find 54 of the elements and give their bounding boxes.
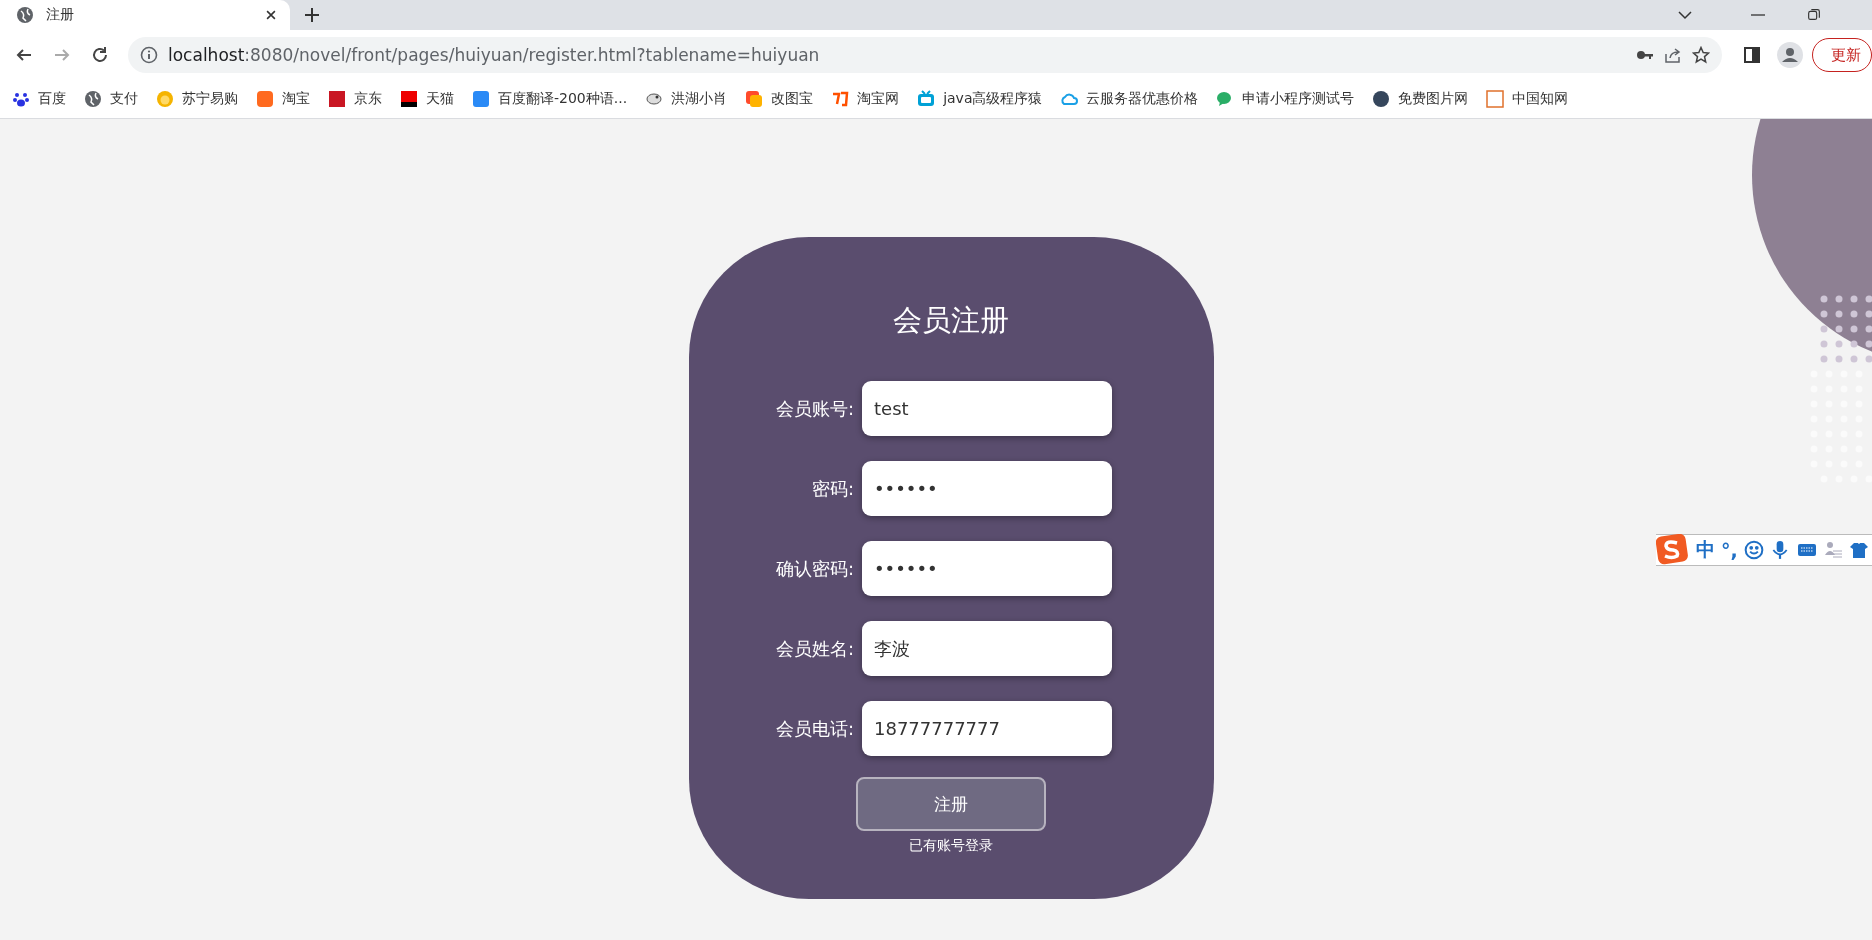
field-label: 会员账号: [774,396,854,421]
info-icon [140,46,158,64]
update-button[interactable]: 更新 [1812,38,1872,72]
field-label: 密码: [810,476,854,501]
bookmark-item[interactable]: 云服务器优惠价格 [1056,86,1209,112]
bookmark-item[interactable]: 支付 [80,86,148,112]
globe-icon [16,6,34,24]
address-bar[interactable]: localhost:8080/novel/front/pages/huiyuan/register.html?tablename=huiyuan [128,37,1722,73]
bookmark-item[interactable]: 洪湖小肖 [641,86,738,112]
share-icon [1664,46,1682,64]
bookmark-item[interactable]: 京东 [324,86,392,112]
keyboard-icon [1795,541,1818,559]
side-panel-icon [1743,46,1761,64]
field-label: 确认密码: [774,556,854,581]
smiley-icon [1743,540,1764,560]
close-icon [264,8,278,22]
new-tab-icon [303,6,321,24]
paw-icon [12,90,30,108]
globe-icon [84,90,102,108]
restore-icon [1806,7,1822,23]
squares-icon [745,90,764,108]
url-text: localhost:8080/novel/front/pages/huiyuan/register.html?tablename=huiyuan [168,45,821,65]
input-field[interactable]: 18777777777 [862,701,1112,756]
bookmark-item[interactable]: 天猫 [396,86,464,112]
reload-icon [91,46,109,64]
register-button[interactable]: 注册 [856,777,1046,831]
bookmark-item[interactable]: 中国知网 [1482,86,1579,112]
star-icon [1692,46,1710,64]
shirt-icon [1849,541,1868,559]
profile-icon [1777,42,1803,68]
bookmark-item[interactable]: 改图宝 [741,86,824,112]
bookmark-item[interactable]: java高级程序猿 [913,86,1053,112]
input-field[interactable]: test [862,381,1112,436]
bookmark-item[interactable]: 免费图片网 [1368,86,1479,112]
bookmark-item[interactable]: 百度翻译-200种语... [468,86,638,112]
browser-tab[interactable]: 注册 [0,0,290,30]
input-field[interactable]: •••••• [862,461,1112,516]
input-field[interactable]: •••••• [862,541,1112,596]
bookmark-item[interactable]: 淘宝网 [827,86,910,112]
tab-title: 注册 [46,6,75,24]
bookmark-item[interactable]: 百度 [8,86,76,112]
bookmark-item[interactable]: 淘宝 [252,86,320,112]
person-list-icon [1823,541,1844,559]
tv-icon [917,90,936,108]
form-title: 会员注册 [893,302,1009,339]
input-field[interactable]: 李波 [862,621,1112,676]
minimize-icon [1751,14,1765,16]
punctuation-toggle[interactable]: °, [1721,539,1738,561]
bookmark-item[interactable]: 苏宁易购 [152,86,248,112]
field-label: 会员电话: [774,716,854,741]
input-mode-toggle[interactable]: 中 [1696,537,1715,563]
field-label: 会员姓名: [774,636,854,661]
bookmark-item[interactable]: 申请小程序测试号 [1212,86,1365,112]
login-link[interactable]: 已有账号登录 [909,837,993,855]
